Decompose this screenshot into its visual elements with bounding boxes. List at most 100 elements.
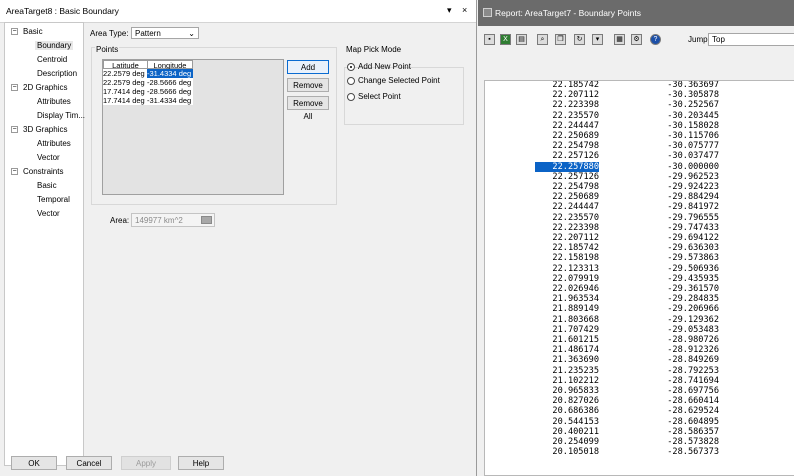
dialog-close-icon[interactable]: × bbox=[462, 5, 467, 15]
report-longitude: -30.252567 bbox=[667, 100, 719, 111]
longitude-cell[interactable]: -31.4334 deg bbox=[147, 96, 193, 105]
report-longitude: -29.053483 bbox=[667, 324, 719, 335]
report-row: 20.827026 -28.660414 bbox=[485, 396, 794, 406]
add-button[interactable]: Add bbox=[287, 60, 329, 74]
radio-button[interactable] bbox=[347, 77, 355, 85]
dialog-menu-icon[interactable]: ▾ bbox=[447, 5, 452, 16]
help-button[interactable]: Help bbox=[178, 456, 224, 470]
latitude-cell[interactable]: 17.7414 deg bbox=[103, 87, 147, 96]
report-row: 21.601215 -28.980726 bbox=[485, 335, 794, 345]
radio-button[interactable] bbox=[347, 93, 355, 101]
tree-group-3d-graphics[interactable]: 3D Graphics bbox=[21, 124, 69, 136]
tree-item-boundary[interactable]: Boundary bbox=[35, 40, 74, 52]
area-type-value: Pattern bbox=[135, 29, 161, 38]
tree-item-vector[interactable]: Vector bbox=[35, 152, 62, 164]
ok-button[interactable]: OK bbox=[11, 456, 57, 470]
tree-item-label: Vector bbox=[37, 153, 60, 162]
collapse-toggle-icon[interactable]: − bbox=[11, 126, 18, 133]
report-latitude: 21.235235 bbox=[552, 365, 599, 376]
tree-item-temporal[interactable]: Temporal bbox=[35, 194, 72, 206]
tree-item-vector[interactable]: Vector bbox=[35, 208, 62, 220]
settings-icon[interactable]: ⚙ bbox=[631, 34, 642, 45]
collapse-toggle-icon[interactable]: − bbox=[11, 168, 18, 175]
report-longitude: -28.697756 bbox=[667, 386, 719, 396]
column-header-latitude[interactable]: Latitude bbox=[103, 60, 148, 70]
report-row: 21.363690 -28.849269 bbox=[485, 355, 794, 365]
report-longitude: -29.573863 bbox=[667, 253, 719, 264]
collapse-toggle-icon[interactable]: − bbox=[11, 84, 18, 91]
tree-group-label: 3D Graphics bbox=[23, 125, 68, 134]
tree-item-label: Centroid bbox=[37, 55, 68, 64]
tree-group-2d-graphics[interactable]: 2D Graphics bbox=[21, 82, 69, 94]
tree-item-basic[interactable]: Basic bbox=[35, 180, 59, 192]
column-header-longitude[interactable]: Longitude bbox=[147, 60, 193, 70]
report-latitude: 21.889149 bbox=[552, 304, 599, 315]
find-icon[interactable]: ⌕ bbox=[537, 34, 548, 45]
tree-item-description[interactable]: Description bbox=[35, 68, 79, 80]
graph-icon[interactable]: ▦ bbox=[614, 34, 625, 45]
tree-group-basic[interactable]: Basic bbox=[21, 26, 45, 38]
tree-item-attributes[interactable]: Attributes bbox=[35, 138, 73, 150]
report-row: 22.185742 -30.363697 bbox=[485, 81, 794, 90]
latitude-cell[interactable]: 17.7414 deg bbox=[103, 96, 147, 105]
tree-item-label: Attributes bbox=[37, 97, 71, 106]
tree-item-label: Vector bbox=[37, 209, 60, 218]
tree-group-label: 2D Graphics bbox=[23, 83, 68, 92]
report-longitude: -30.305878 bbox=[667, 90, 719, 101]
longitude-cell[interactable]: -31.4334 deg bbox=[147, 69, 193, 78]
latitude-cell[interactable]: 22.2579 deg bbox=[103, 69, 147, 78]
report-longitude: -29.284835 bbox=[667, 294, 719, 305]
longitude-cell[interactable]: -28.5666 deg bbox=[147, 87, 193, 96]
cancel-button[interactable]: Cancel bbox=[66, 456, 112, 470]
report-longitude: -28.980726 bbox=[667, 335, 719, 345]
report-row: 22.257126 -29.962523 bbox=[485, 172, 794, 182]
report-latitude: 20.965833 bbox=[552, 386, 599, 396]
remove-all-button[interactable]: Remove All bbox=[287, 96, 329, 121]
report-row: 22.207112 -30.305878 bbox=[485, 90, 794, 100]
remove-button[interactable]: Remove bbox=[287, 78, 329, 92]
report-row: 22.026946 -29.361570 bbox=[485, 284, 794, 294]
area-type-select[interactable]: Pattern ⌄ bbox=[131, 27, 199, 39]
dialog-title-bar[interactable]: AreaTarget8 : Basic Boundary ▾ × bbox=[0, 0, 476, 23]
copy-icon[interactable]: ❐ bbox=[555, 34, 566, 45]
report-latitude: 22.223398 bbox=[552, 100, 599, 111]
report-longitude: -29.206966 bbox=[667, 304, 719, 315]
collapse-toggle-icon[interactable]: − bbox=[11, 28, 18, 35]
tree-group-constraints[interactable]: Constraints bbox=[21, 166, 65, 178]
report-row: 22.250689 -30.115706 bbox=[485, 131, 794, 141]
tree-item-centroid[interactable]: Centroid bbox=[35, 54, 69, 66]
report-longitude: -29.841972 bbox=[667, 202, 719, 213]
help-icon[interactable]: ? bbox=[650, 34, 661, 45]
report-row: 22.123313 -29.506936 bbox=[485, 264, 794, 274]
tree-item-display-tim-[interactable]: Display Tim... bbox=[35, 110, 87, 122]
report-latitude: 20.827026 bbox=[552, 396, 599, 407]
table-row[interactable]: 17.7414 deg -31.4334 deg bbox=[103, 96, 193, 105]
report-title-bar[interactable]: Report: AreaTarget7 - Boundary Points bbox=[478, 0, 794, 26]
jump-select[interactable]: Top bbox=[708, 33, 794, 46]
excel-icon[interactable]: X bbox=[500, 34, 511, 45]
radio-button[interactable] bbox=[347, 63, 355, 71]
apply-button[interactable]: Apply bbox=[121, 456, 171, 470]
refresh-icon[interactable]: ↻ bbox=[574, 34, 585, 45]
longitude-cell[interactable]: -28.5666 deg bbox=[147, 78, 193, 87]
table-row[interactable]: 22.2579 deg -28.5666 deg bbox=[103, 78, 193, 87]
report-latitude: 22.235570 bbox=[552, 110, 599, 121]
report-longitude: -30.203445 bbox=[667, 110, 719, 121]
dialog-title: AreaTarget8 : Basic Boundary bbox=[6, 6, 119, 16]
print-icon[interactable]: ▤ bbox=[516, 34, 527, 45]
report-window: Report: AreaTarget7 - Boundary Points ▪ X… bbox=[478, 0, 794, 476]
dropdown-icon[interactable]: ▾ bbox=[592, 34, 603, 45]
table-row[interactable]: 22.2579 deg -31.4334 deg bbox=[103, 69, 193, 78]
points-table[interactable]: Latitude Longitude 22.2579 deg -31.4334 d… bbox=[102, 59, 284, 195]
save-icon[interactable]: ▪ bbox=[484, 34, 495, 45]
report-latitude: 22.235570 bbox=[552, 212, 599, 223]
report-latitude: 22.250689 bbox=[552, 131, 599, 141]
report-row: 22.244447 -30.158028 bbox=[485, 121, 794, 131]
latitude-cell[interactable]: 22.2579 deg bbox=[103, 78, 147, 87]
tree-item-attributes[interactable]: Attributes bbox=[35, 96, 73, 108]
points-table-header: Latitude Longitude bbox=[103, 60, 193, 70]
report-body[interactable]: 22.185742 -30.363697 22.207112 -30.305878 22… bbox=[484, 80, 794, 476]
table-row[interactable]: 17.7414 deg -28.5666 deg bbox=[103, 87, 193, 96]
report-longitude: -29.694122 bbox=[667, 233, 719, 243]
report-row: 20.105018 -28.567373 bbox=[485, 447, 794, 457]
